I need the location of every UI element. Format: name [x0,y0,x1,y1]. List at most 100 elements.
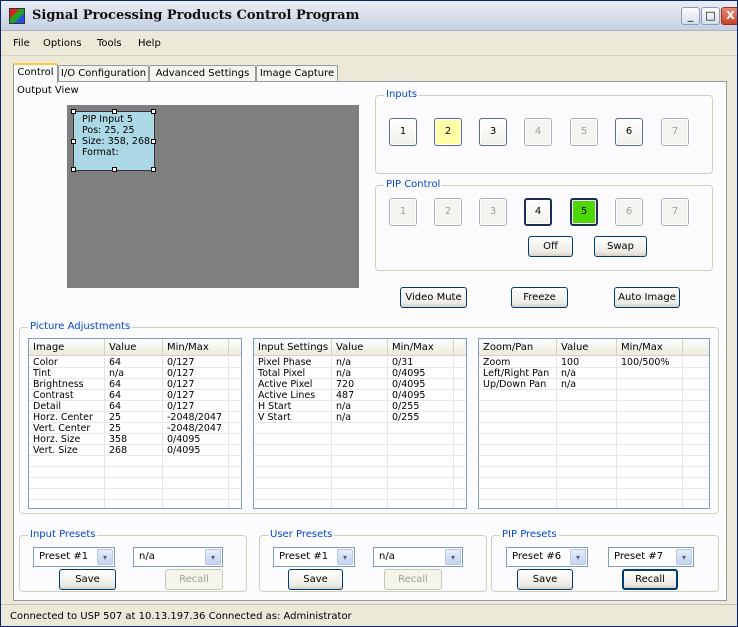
menu-tools[interactable]: Tools [97,38,122,49]
table-row[interactable] [29,500,241,508]
pip-preset-value-select[interactable]: Preset #7 ▾ [608,547,694,567]
input-preset-recall-button[interactable]: Recall [165,569,223,590]
table-row[interactable] [479,412,709,423]
tab-io-configuration[interactable]: I/O Configuration [58,65,149,82]
table-row[interactable] [254,423,466,434]
pip-button-7[interactable]: 7 [661,198,689,226]
table-row[interactable] [29,456,241,467]
table-row[interactable] [254,434,466,445]
chevron-down-icon[interactable]: ▾ [205,549,221,565]
tab-advanced-settings[interactable]: Advanced Settings [149,65,256,82]
pip-button-4[interactable]: 4 [524,198,552,226]
input-button-2[interactable]: 2 [434,118,462,146]
user-preset-save-button[interactable]: Save [288,569,343,590]
table-row[interactable] [254,456,466,467]
resize-handle[interactable] [112,167,117,172]
table-row[interactable] [479,456,709,467]
title-bar[interactable]: Signal Processing Products Control Progr… [1,1,737,31]
pip-button-2[interactable]: 2 [434,198,462,226]
table-row[interactable]: Horz. Center 25 -2048/2047 [29,412,241,423]
menu-help[interactable]: Help [138,38,161,49]
table-row[interactable]: H Start n/a 0/255 [254,401,466,412]
input-button-6[interactable]: 6 [615,118,643,146]
user-preset-select[interactable]: Preset #1 ▾ [273,547,355,567]
table-row[interactable] [254,467,466,478]
input-preset-save-button[interactable]: Save [59,569,116,590]
resize-handle[interactable] [71,139,76,144]
pip-swap-button[interactable]: Swap [594,236,647,257]
pip-button-5[interactable]: 5 [570,198,598,226]
input-button-7[interactable]: 7 [661,118,689,146]
table-row[interactable] [29,489,241,500]
pip-preset-recall-button[interactable]: Recall [622,569,678,590]
pip-off-button[interactable]: Off [528,236,573,257]
pip-preset-save-button[interactable]: Save [517,569,573,590]
close-button[interactable]: X [721,7,737,25]
chevron-down-icon[interactable]: ▾ [337,549,353,565]
resize-handle[interactable] [151,139,156,144]
table-row[interactable] [479,423,709,434]
input-button-5[interactable]: 5 [570,118,598,146]
output-view-canvas[interactable]: PIP Input 5 Pos: 25, 25 Size: 358, 268 F… [67,105,359,288]
table-row[interactable] [479,445,709,456]
input-button-1[interactable]: 1 [389,118,417,146]
table-row[interactable] [29,478,241,489]
minimize-button[interactable]: _ [681,7,700,25]
input-preset-value-select[interactable]: n/a ▾ [133,547,223,567]
chevron-down-icon[interactable]: ▾ [570,549,586,565]
freeze-button[interactable]: Freeze [511,287,568,308]
table-row[interactable] [479,467,709,478]
table-row[interactable]: Left/Right Pan n/a [479,368,709,379]
auto-image-button[interactable]: Auto Image [614,287,680,308]
column-header[interactable]: Value [557,339,617,356]
table-row[interactable]: Vert. Size 268 0/4095 [29,445,241,456]
table-row[interactable]: Detail 64 0/127 [29,401,241,412]
table-row[interactable]: Total Pixel n/a 0/4095 [254,368,466,379]
resize-handle[interactable] [71,167,76,172]
column-header[interactable]: Value [332,339,388,356]
column-header[interactable]: Input Settings [254,339,332,356]
user-preset-recall-button[interactable]: Recall [384,569,442,590]
table-row[interactable]: Zoom 100 100/500% [479,357,709,368]
video-mute-button[interactable]: Video Mute [400,287,467,308]
table-row[interactable]: V Start n/a 0/255 [254,412,466,423]
column-header[interactable]: Value [105,339,163,356]
table-row[interactable]: Up/Down Pan n/a [479,379,709,390]
table-row[interactable]: Contrast 64 0/127 [29,390,241,401]
table-row[interactable]: Active Pixel 720 0/4095 [254,379,466,390]
table-row[interactable] [479,401,709,412]
column-header[interactable]: Min/Max [617,339,683,356]
input-preset-select[interactable]: Preset #1 ▾ [33,547,115,567]
resize-handle[interactable] [151,167,156,172]
table-row[interactable]: Vert. Center 25 -2048/2047 [29,423,241,434]
table-row[interactable] [479,489,709,500]
table-row[interactable] [254,478,466,489]
user-preset-value-select[interactable]: n/a ▾ [373,547,463,567]
table-row[interactable]: Brightness 64 0/127 [29,379,241,390]
tab-image-capture[interactable]: Image Capture [256,65,338,82]
table-row[interactable]: Horz. Size 358 0/4095 [29,434,241,445]
table-row[interactable]: Pixel Phase n/a 0/31 [254,357,466,368]
tab-control[interactable]: Control [13,63,58,83]
resize-handle[interactable] [71,109,76,114]
chevron-down-icon[interactable]: ▾ [97,549,113,565]
table-row[interactable] [479,434,709,445]
table-row[interactable]: Tint n/a 0/127 [29,368,241,379]
chevron-down-icon[interactable]: ▾ [445,549,461,565]
pip-button-1[interactable]: 1 [389,198,417,226]
table-row[interactable] [479,390,709,401]
menu-file[interactable]: File [13,38,30,49]
pip-window[interactable]: PIP Input 5 Pos: 25, 25 Size: 358, 268 F… [71,109,156,172]
column-header[interactable]: Image [29,339,105,356]
pip-preset-select[interactable]: Preset #6 ▾ [506,547,588,567]
table-row[interactable]: Color 64 0/127 [29,357,241,368]
column-header[interactable]: Zoom/Pan [479,339,557,356]
table-row[interactable] [254,445,466,456]
table-row[interactable]: Active Lines 487 0/4095 [254,390,466,401]
chevron-down-icon[interactable]: ▾ [676,549,692,565]
resize-handle[interactable] [112,109,117,114]
table-row[interactable] [29,467,241,478]
pip-button-3[interactable]: 3 [479,198,507,226]
input-button-3[interactable]: 3 [479,118,507,146]
resize-handle[interactable] [151,109,156,114]
